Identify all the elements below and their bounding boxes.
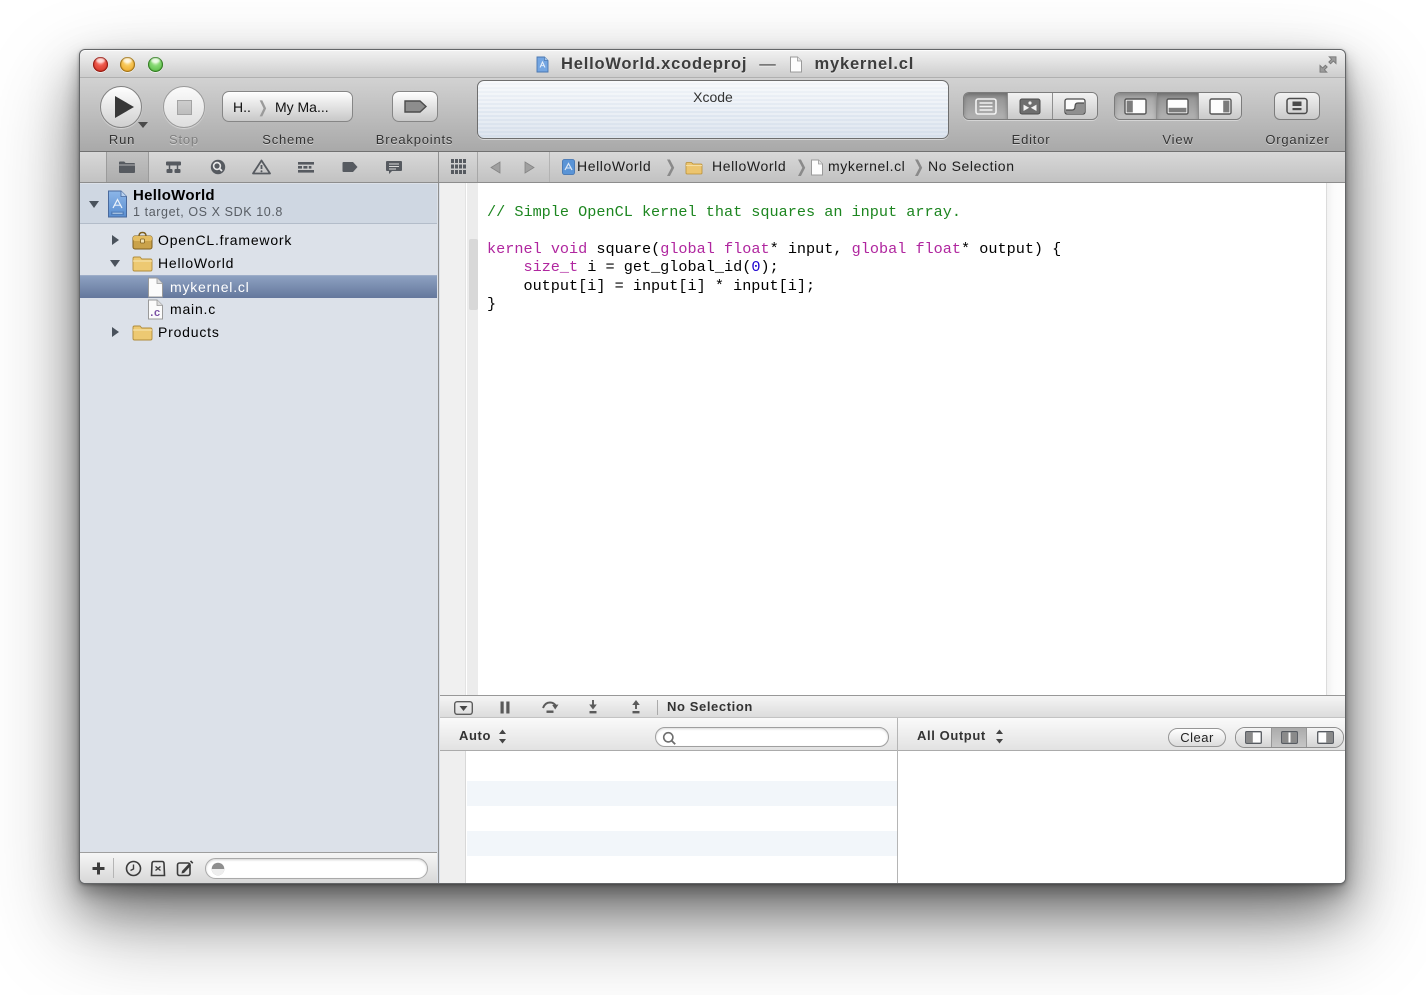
svg-text:.c: .c <box>150 307 161 319</box>
